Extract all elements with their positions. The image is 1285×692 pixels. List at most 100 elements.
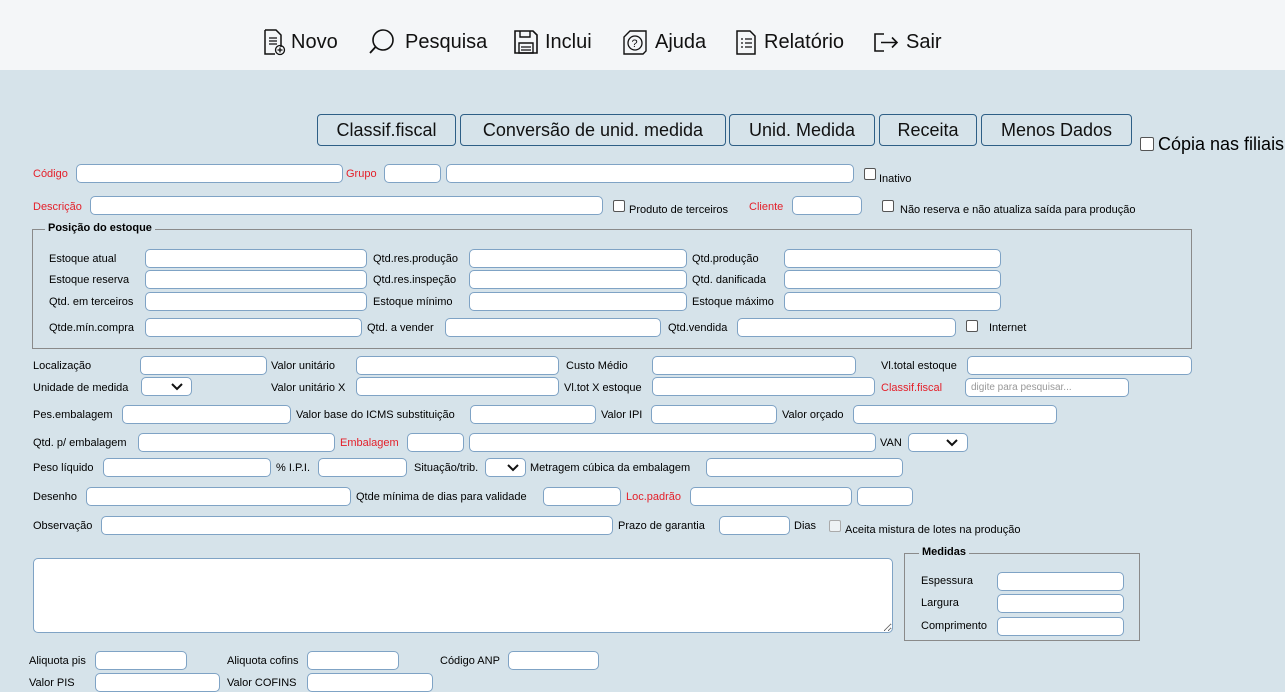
estoque-maximo-input[interactable] [784,292,1001,311]
comprimento-input[interactable] [997,617,1124,636]
prazo-garantia-label: Prazo de garantia [618,520,705,532]
van-select[interactable] [908,433,968,452]
grupo-code-input[interactable] [384,164,441,183]
chevron-down-icon [170,382,183,390]
embalagem-description-input[interactable] [469,433,876,452]
valor-unitario-input[interactable] [356,356,559,375]
valor-cofins-label: Valor COFINS [227,677,297,689]
valor-base-icms-input[interactable] [470,405,596,424]
nao-reserva-checkbox[interactable] [882,200,894,212]
ipi-pct-label: % I.P.I. [276,462,311,474]
descricao-input[interactable] [90,196,603,215]
ipi-pct-input[interactable] [318,458,407,477]
estoque-atual-input[interactable] [145,249,367,268]
copia-filiais-checkbox[interactable] [1140,137,1154,151]
ajuda-label: Ajuda [655,30,707,53]
van-label: VAN [880,437,902,449]
novo-button[interactable]: Novo [262,27,338,57]
situacao-trib-select[interactable] [485,458,526,477]
peso-liquido-input[interactable] [103,458,271,477]
estoque-reserva-input[interactable] [145,270,367,289]
vl-total-estoque-input[interactable] [967,356,1192,375]
qtde-minima-dias-input[interactable] [543,487,621,506]
dias-label: Dias [794,520,817,532]
conversao-unid-medida-button[interactable]: Conversão de unid. medida [460,114,726,146]
sair-label: Sair [906,30,942,53]
qtd-res-inspecao-input[interactable] [469,270,687,289]
qtd-producao-input[interactable] [784,249,1001,268]
unidade-medida-select[interactable] [141,377,192,396]
aceita-mistura-label: Aceita mistura de lotes na produção [845,524,1021,536]
qtd-a-vender-input[interactable] [445,318,661,337]
internet-label: Internet [989,322,1027,334]
custo-medio-label: Custo Médio [566,360,628,372]
chevron-down-icon [946,438,958,446]
qtd-vendida-input[interactable] [737,318,956,337]
loc-padrao-code-input[interactable] [857,487,913,506]
sair-button[interactable]: Sair [871,27,942,57]
classif-fiscal-button[interactable]: Classif.fiscal [317,114,456,146]
new-document-icon [264,29,286,56]
inclui-button[interactable]: Inclui [512,27,592,57]
qtd-res-producao-input[interactable] [469,249,687,268]
aliquota-cofins-input[interactable] [307,651,399,670]
estoque-minimo-input[interactable] [469,292,687,311]
qtde-min-compra-label: Qtde.mín.compra [49,322,134,334]
custo-medio-input[interactable] [652,356,856,375]
copia-filiais-label: Cópia nas filiais [1158,134,1285,154]
valor-orcado-input[interactable] [853,405,1057,424]
aliquota-pis-input[interactable] [95,651,187,670]
situacao-trib-label: Situação/trib. [414,462,479,474]
ajuda-button[interactable]: ? Ajuda [620,27,706,57]
valor-unitario-x-input[interactable] [356,377,559,396]
internet-checkbox[interactable] [966,320,978,332]
pes-embalagem-label: Pes.embalagem [33,409,113,421]
observacao-textarea[interactable] [33,558,893,633]
qtd-res-inspecao-label: Qtd.res.inspeção [373,274,457,286]
pesquisa-button[interactable]: Pesquisa [368,27,487,57]
relatorio-label: Relatório [764,30,845,53]
qtde-minima-dias-label: Qtde mínima de dias para validade [356,491,527,503]
localizacao-input[interactable] [140,356,267,375]
produto-terceiros-checkbox[interactable] [613,200,625,212]
qtd-p-embalagem-input[interactable] [138,433,335,452]
cliente-input[interactable] [792,196,862,215]
estoque-reserva-label: Estoque reserva [49,274,130,286]
codigo-label: Código [33,168,68,180]
prazo-garantia-input[interactable] [719,516,790,535]
report-icon [736,30,756,55]
valor-orcado-label: Valor orçado [782,409,844,421]
relatorio-button[interactable]: Relatório [733,27,844,57]
estoque-maximo-label: Estoque máximo [692,296,774,308]
qtd-em-terceiros-input[interactable] [145,292,367,311]
qtde-min-compra-input[interactable] [145,318,362,337]
valor-base-icms-label: Valor base do ICMS substituição [296,409,455,421]
qtd-em-terceiros-label: Qtd. em terceiros [49,296,134,308]
vl-tot-x-estoque-input[interactable] [652,377,875,396]
observacao-input[interactable] [101,516,613,535]
qtd-danificada-input[interactable] [784,270,1001,289]
unid-medida-button[interactable]: Unid. Medida [729,114,875,146]
espessura-label: Espessura [921,575,973,587]
inativo-checkbox[interactable] [864,168,876,180]
metragem-cubica-input[interactable] [706,458,903,477]
largura-input[interactable] [997,594,1124,613]
classif-fiscal-search-input[interactable] [965,378,1129,397]
classif-fiscal-label: Classif.fiscal [881,382,943,394]
pes-embalagem-input[interactable] [122,405,291,424]
estoque-atual-label: Estoque atual [49,253,117,265]
aceita-mistura-checkbox[interactable] [829,520,841,532]
valor-ipi-input[interactable] [651,405,777,424]
loc-padrao-input[interactable] [690,487,852,506]
valor-unitario-label: Valor unitário [271,360,335,372]
espessura-input[interactable] [997,572,1124,591]
comprimento-label: Comprimento [921,620,988,632]
menos-dados-button[interactable]: Menos Dados [981,114,1132,146]
codigo-anp-input[interactable] [508,651,599,670]
codigo-input[interactable] [76,164,343,183]
grupo-description-input[interactable] [446,164,854,183]
receita-button[interactable]: Receita [879,114,977,146]
desenho-input[interactable] [86,487,351,506]
embalagem-code-input[interactable] [407,433,464,452]
qtd-a-vender-label: Qtd. a vender [367,322,434,334]
